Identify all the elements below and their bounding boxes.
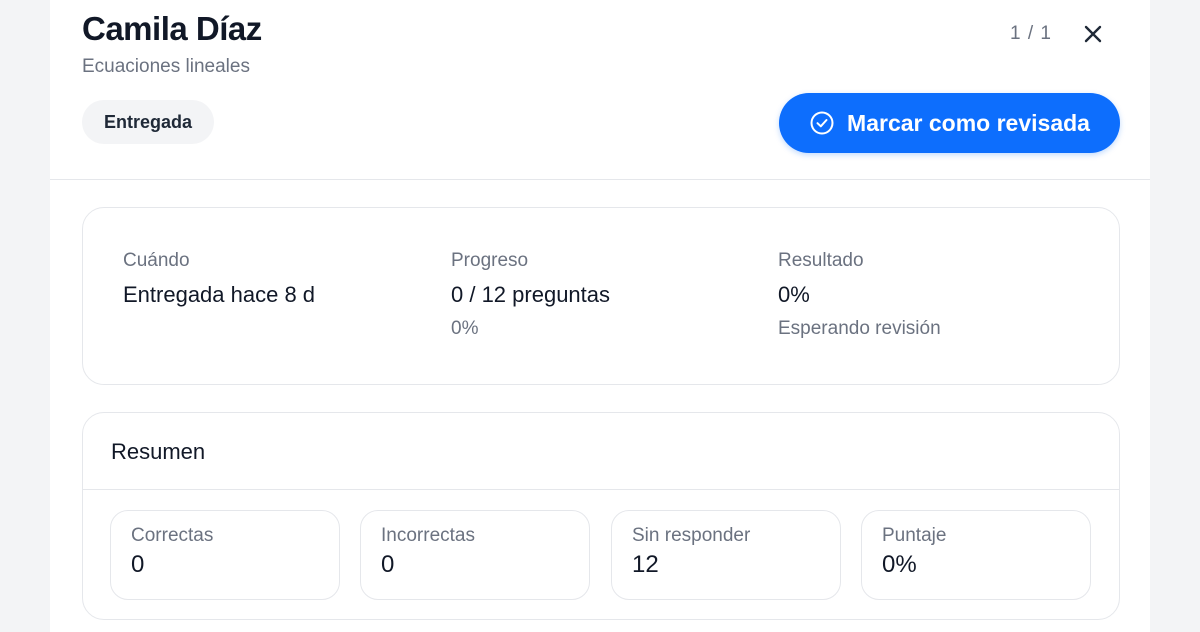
stat-incorrect: Incorrectas 0 [360,510,590,600]
mark-reviewed-label: Marcar como revisada [847,109,1090,136]
pager-indicator: 1 / 1 [1010,23,1052,44]
progress-section: Progreso 0 / 12 preguntas 0% [451,250,610,340]
result-status: Esperando revisión [778,318,941,339]
student-name: Camila Díaz [82,10,262,47]
stat-label: Correctas [131,525,214,546]
stat-label: Incorrectas [381,525,475,546]
stat-value: 0% [882,551,917,578]
result-label: Resultado [778,250,864,271]
check-circle-icon [810,111,834,135]
summary-title: Resumen [111,439,206,464]
mark-reviewed-button[interactable]: Marcar como revisada [779,93,1120,153]
submission-panel: Camila Díaz Ecuaciones lineales 1 / 1 En… [50,0,1150,632]
progress-value: 0 / 12 preguntas [451,282,611,307]
stat-unanswered: Sin responder 12 [611,510,841,600]
stat-label: Sin responder [632,525,751,546]
assignment-title: Ecuaciones lineales [82,56,250,77]
stat-value: 0 [131,551,145,578]
stat-value: 12 [632,551,659,578]
progress-percent: 0% [451,318,479,339]
stat-correct: Correctas 0 [110,510,340,600]
result-section: Resultado 0% Esperando revisión [778,250,941,340]
when-label: Cuándo [123,250,190,271]
progress-label: Progreso [451,250,529,271]
header-divider [50,179,1150,180]
result-value: 0% [778,282,810,307]
close-icon [1084,25,1102,43]
summary-card: Resumen Correctas 0 Incorrectas 0 Sin re… [82,412,1120,620]
when-value: Entregada hace 8 d [123,282,316,307]
when-section: Cuándo Entregada hace 8 d [123,250,315,308]
stat-score: Puntaje 0% [861,510,1091,600]
stat-label: Puntaje [882,525,947,546]
close-button[interactable] [1080,21,1106,47]
stat-value: 0 [381,551,395,578]
submission-info-card: Cuándo Entregada hace 8 d Progreso 0 / 1… [82,207,1120,385]
status-badge: Entregada [82,100,215,144]
summary-divider [83,489,1119,490]
